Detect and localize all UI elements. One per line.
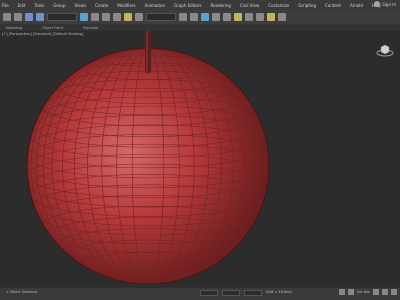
apple-model[interactable] [0,31,400,284]
angle-snap-icon[interactable] [135,13,143,21]
ribbon-tabs: Modeling Object Paint Populate [0,24,400,31]
layer-icon[interactable] [201,13,209,21]
menu-item-animation[interactable]: Animation [145,3,165,8]
unlink-icon[interactable] [36,13,44,21]
coordinate-fields: Grid = 10.0cm [200,290,292,296]
x-field[interactable] [200,290,218,296]
named-selection-dropdown[interactable] [146,13,176,21]
menu-item-customize[interactable]: Customize [268,3,289,8]
viewcube-icon[interactable] [376,43,394,57]
tab-object-paint[interactable]: Object Paint [42,26,63,30]
selection-filter-dropdown[interactable] [47,13,77,21]
main-toolbar [0,10,400,24]
menu-item-group[interactable]: Group [53,3,65,8]
teapot-icon[interactable] [278,13,286,21]
sign-in-label: Sign In [382,1,396,7]
grid-readout: Grid = 10.0cm [266,290,292,294]
menu-item-graph-editors[interactable]: Graph Editors [174,3,201,8]
snap-icon[interactable] [124,13,132,21]
zoom-icon[interactable] [373,289,379,295]
redo-icon[interactable] [14,13,22,21]
avatar [374,1,381,7]
undo-icon[interactable] [3,13,11,21]
tab-populate[interactable]: Populate [83,26,98,30]
status-text: 1 Object Selected [6,290,38,294]
menu-item-file[interactable]: File [2,3,9,8]
render-setup-icon[interactable] [245,13,253,21]
status-bar: 1 Object Selected Grid = 10.0cm Set Key [0,284,400,300]
mirror-icon[interactable] [179,13,187,21]
orbit-icon[interactable] [391,289,397,295]
apple-body [27,48,269,284]
scale-icon[interactable] [113,13,121,21]
play-icon[interactable] [338,289,345,295]
schematic-icon[interactable] [223,13,231,21]
key-icon[interactable] [347,289,354,295]
menu-item-tools[interactable]: Tools [34,3,44,8]
perspective-viewport[interactable]: [+] [Perspective] [Standard] [Default Sh… [0,31,400,284]
playback-controls: Set Key [338,289,397,295]
select-icon[interactable] [80,13,88,21]
menu-item-content[interactable]: Content [325,3,341,8]
menu-item-scripting[interactable]: Scripting [298,3,316,8]
curve-editor-icon[interactable] [212,13,220,21]
sign-in[interactable]: Sign In [374,1,396,7]
align-icon[interactable] [190,13,198,21]
menu-item-create[interactable]: Create [95,3,108,8]
timeline[interactable] [0,284,400,288]
menu-item-edit[interactable]: Edit [18,3,26,8]
menu-item-views[interactable]: Views [75,3,87,8]
move-icon[interactable] [91,13,99,21]
z-field[interactable] [244,290,262,296]
pan-icon[interactable] [382,289,388,295]
material-editor-icon[interactable] [234,13,242,21]
menu-item-rendering[interactable]: Rendering [211,3,231,8]
tab-modeling[interactable]: Modeling [6,26,22,30]
render-icon[interactable] [267,13,275,21]
rotate-icon[interactable] [102,13,110,21]
y-field[interactable] [222,290,240,296]
link-icon[interactable] [25,13,33,21]
viewport-label[interactable]: [+] [Perspective] [Standard] [Default Sh… [2,32,84,36]
menu-item-modifiers[interactable]: Modifiers [117,3,135,8]
menu-item-civil-view[interactable]: Civil View [240,3,259,8]
menu-item-arnold[interactable]: Arnold [350,3,363,8]
set-key-label[interactable]: Set Key [357,290,370,294]
menu-bar: File Edit Tools Group Views Create Modif… [0,0,400,10]
render-frame-icon[interactable] [256,13,264,21]
